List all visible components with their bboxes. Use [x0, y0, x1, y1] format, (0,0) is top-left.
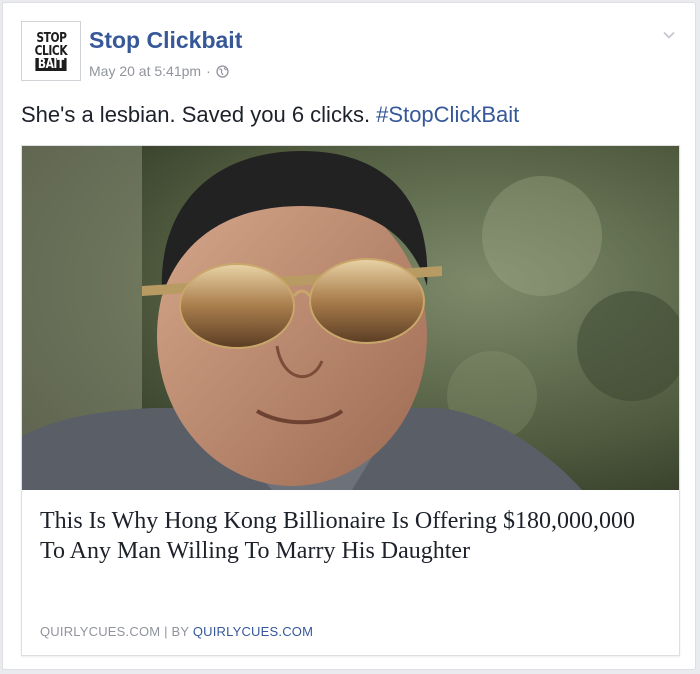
link-preview-image[interactable]	[22, 146, 679, 490]
post-message-text: She's a lesbian. Saved you 6 clicks.	[21, 102, 377, 127]
by-label: BY	[171, 624, 190, 639]
chevron-down-icon[interactable]	[661, 27, 677, 43]
post-timestamp[interactable]: May 20 at 5:41pm	[89, 63, 201, 79]
link-domain: QUIRLYCUES.COM	[40, 624, 161, 639]
author-link[interactable]: QUIRLYCUES.COM	[193, 624, 313, 639]
meta-separator: ·	[206, 63, 211, 79]
post-meta: May 20 at 5:41pm ·	[89, 63, 229, 79]
link-source-line: QUIRLYCUES.COM | BY QUIRLYCUES.COM	[40, 624, 313, 639]
page-avatar[interactable]: STOP CLICK BAIT	[21, 21, 81, 81]
avatar-logo-line-3: BAIT	[35, 57, 67, 71]
post-message: She's a lesbian. Saved you 6 clicks. #St…	[21, 102, 519, 128]
post-card: STOP CLICK BAIT Stop Clickbait May 20 at…	[2, 2, 696, 670]
link-headline[interactable]: This Is Why Hong Kong Billionaire Is Off…	[40, 506, 640, 566]
link-preview-card[interactable]: This Is Why Hong Kong Billionaire Is Off…	[21, 145, 680, 656]
source-divider: |	[164, 624, 168, 639]
link-preview-body[interactable]: This Is Why Hong Kong Billionaire Is Off…	[22, 490, 679, 655]
page-name-link[interactable]: Stop Clickbait	[89, 27, 242, 54]
globe-icon[interactable]	[216, 64, 229, 78]
hashtag-link[interactable]: #StopClickBait	[376, 102, 519, 127]
